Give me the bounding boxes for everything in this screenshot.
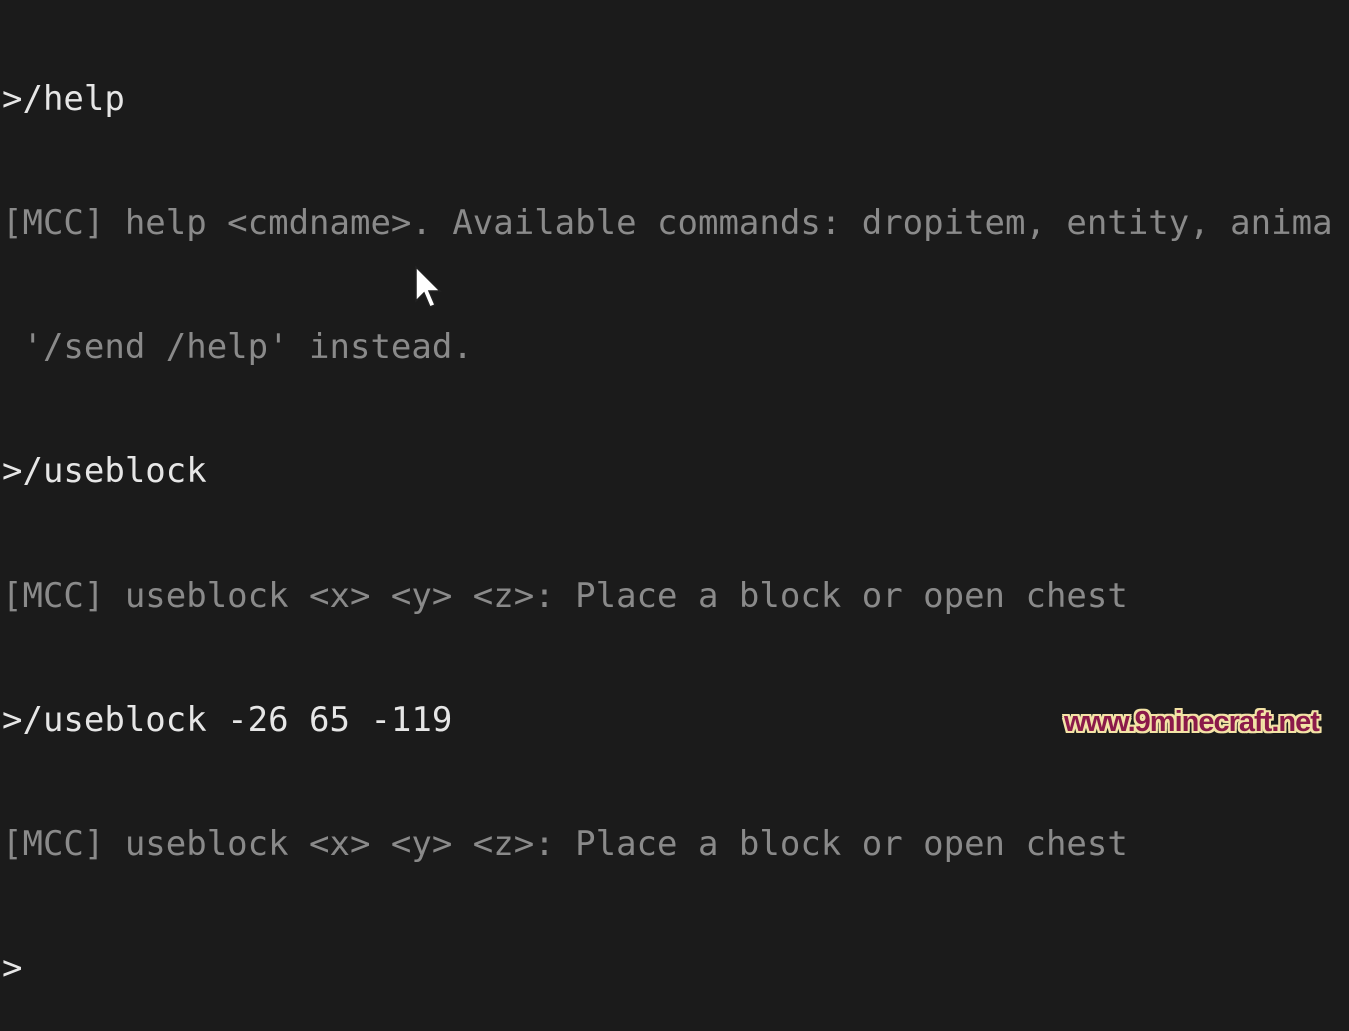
console-line-output: '/send /help' instead. xyxy=(2,327,473,368)
console-line-output: [MCC] help <cmdname>. Available commands… xyxy=(2,203,1333,244)
console-line-output: [MCC] useblock <x> <y> <z>: Place a bloc… xyxy=(2,824,1128,865)
mouse-pointer-icon xyxy=(415,265,442,308)
console-line-output: [MCC] useblock <x> <y> <z>: Place a bloc… xyxy=(2,575,1128,616)
watermark-logo: www.9minecraft.net xyxy=(1064,706,1320,738)
console-prompt[interactable]: > xyxy=(2,948,1333,989)
console-line-input: >/help xyxy=(2,78,125,119)
console-output[interactable]: >/help [MCC] help <cmdname>. Available c… xyxy=(2,0,1333,1031)
console-line-input: >/useblock xyxy=(2,451,207,492)
